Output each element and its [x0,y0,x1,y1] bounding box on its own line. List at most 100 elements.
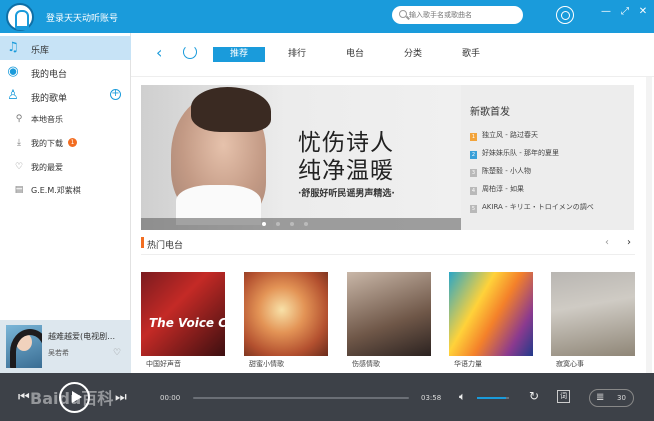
pin-icon: ⚲ [15,114,23,124]
sidebar-item-label: 本地音乐 [31,115,63,124]
playlist-button[interactable]: ≣ 30 [589,389,634,407]
tab-categories[interactable]: 分类 [393,47,433,62]
radio-card-caption[interactable]: 甜蜜小情歌 [249,359,333,371]
section-accent [141,237,144,248]
sidebar-item-my-playlists[interactable]: ♙ 我的歌单 + [0,84,131,108]
sidebar-item-label: 我的歌单 [31,94,68,104]
list-item[interactable]: 4 周柏淳 - 如果 [470,184,630,196]
add-playlist-button[interactable]: + [110,89,121,100]
list-item[interactable]: 2 好妹妹乐队 - 那年的夏里 [470,148,630,160]
total-time: 03:58 [421,394,442,402]
radio-card[interactable]: The Voice China [141,272,225,356]
login-link[interactable]: 登录天天动听账号 [46,11,118,24]
next-track-icon[interactable]: ⏭ [115,390,127,405]
favorite-heart-icon[interactable]: ♡ [113,348,121,358]
sidebar-item-label: G.E.M.邓紫棋 [31,186,81,195]
main-scrollbar[interactable] [646,77,652,373]
radio-card[interactable] [244,272,328,356]
sidebar-item-gem-playlist[interactable]: ▤ G.E.M.邓紫棋 [0,178,131,202]
progress-track[interactable] [193,397,409,399]
banner-title-line2: 纯净温暖 [298,158,394,184]
title-bar: 登录天天动听账号 — ⤢ ✕ [0,0,654,33]
now-playing-title: 越难越爱(电视剧… [48,332,116,341]
song-title: AKIRA - キリエ・トロイメンの調べ [482,203,594,211]
lyrics-button[interactable]: 词 [557,390,570,403]
song-title: 独立风 - 路过春天 [482,131,538,139]
watermark: Baidu百科 [30,389,114,408]
rank-number: 4 [470,187,477,195]
sidebar-item-favorites[interactable]: ♡ 我的最爱 [0,155,131,179]
radio-card-caption[interactable]: 寂寞心事 [556,359,640,371]
user-list-icon: ♙ [7,88,19,103]
list-item[interactable]: 3 陈楚毅 - 小人物 [470,166,630,178]
radio-card[interactable] [551,272,635,356]
radio-card-caption[interactable]: 中国好声音 [146,359,230,371]
search-input[interactable] [409,8,517,22]
banner-dot[interactable] [262,222,266,226]
rank-number: 1 [470,133,477,141]
radio-card-caption[interactable]: 伤感情歌 [352,359,436,371]
tab-charts[interactable]: 排行 [277,47,317,62]
banner-dot[interactable] [290,222,294,226]
main-content: 忧伤诗人 纯净温暖 ·舒服好听民谣男声精选· 新歌首发 1 独立风 - 路过春天 … [131,77,654,373]
music-note-icon: ♫ [7,40,19,55]
tab-singers[interactable]: 歌手 [451,47,491,62]
playlist-count: 30 [617,394,626,402]
download-icon: ⤓ [17,138,21,148]
banner-dot[interactable] [304,222,308,226]
player-bar: ⏮ ⏭ Baidu百科 00:00 03:58 🔈︎ ↻ 词 ≣ 30 [0,373,654,421]
current-time: 00:00 [160,394,181,402]
back-arrow-icon[interactable]: ‹ [156,45,166,61]
refresh-icon[interactable] [183,45,197,59]
minimize-button[interactable]: — [600,6,612,18]
tab-radio[interactable]: 电台 [335,47,375,62]
sidebar-item-my-radio[interactable]: ◉ 我的电台 [0,60,131,84]
card-cover-text: The Voice China [149,316,225,330]
sidebar-item-label: 我的下载 [31,139,63,148]
skin-settings-icon[interactable] [556,6,574,24]
song-title: 周柏淳 - 如果 [482,185,524,193]
top-nav: ‹ 推荐 排行 电台 分类 歌手 [131,33,654,77]
app-logo-icon[interactable] [6,3,34,31]
banner-pager-strip [141,218,461,230]
restore-button[interactable]: ⤢ [619,6,631,18]
volume-fill [477,397,506,399]
sidebar-item-label: 我的电台 [31,70,68,80]
playlist-icon: ≣ [596,392,605,403]
sidebar-item-label: 我的最爱 [31,163,63,172]
featured-banner[interactable]: 忧伤诗人 纯净温暖 ·舒服好听民谣男声精选· [141,85,461,230]
search-box[interactable] [392,6,523,24]
radio-card[interactable] [347,272,431,356]
sidebar-item-label: 乐库 [31,46,50,56]
repeat-mode-icon[interactable]: ↻ [529,389,539,403]
banner-dot[interactable] [276,222,280,226]
tab-recommend[interactable]: 推荐 [213,47,265,62]
rank-number: 5 [470,205,477,213]
banner-subtitle: ·舒服好听民谣男声精选· [298,189,395,199]
close-button[interactable]: ✕ [637,6,649,18]
radio-card-caption[interactable]: 华语力量 [454,359,538,371]
next-arrow-icon[interactable]: › [627,237,631,248]
download-count-badge: 1 [68,138,77,147]
album-cover[interactable] [6,325,42,368]
heart-icon: ♡ [14,162,24,172]
radio-icon: ◉ [7,64,19,79]
rank-number: 3 [470,169,477,177]
rank-number: 2 [470,151,477,159]
previous-track-icon[interactable]: ⏮ [18,390,30,405]
banner-portrait-hair [191,87,271,132]
list-item[interactable]: 1 独立风 - 路过春天 [470,130,630,142]
list-item[interactable]: 5 AKIRA - キリエ・トロイメンの調べ [470,202,630,214]
sidebar-item-local-music[interactable]: ⚲ 本地音乐 [0,107,131,131]
prev-arrow-icon[interactable]: ‹ [605,237,609,248]
now-playing-artist[interactable]: 吴若希 [48,348,69,358]
new-songs-heading: 新歌首发 [470,107,510,118]
hot-radio-title: 热门电台 [147,241,184,251]
song-title: 陈楚毅 - 小人物 [482,167,531,175]
search-icon [399,10,407,18]
volume-icon[interactable]: 🔈︎ [459,390,466,404]
now-playing-panel[interactable]: 越难越爱(电视剧… 吴若希 ♡ [0,320,131,373]
radio-card[interactable] [449,272,533,356]
sidebar-item-downloads[interactable]: ⤓ 我的下载 1 [0,131,131,155]
sidebar-item-library[interactable]: ♫ 乐库 [0,36,131,60]
